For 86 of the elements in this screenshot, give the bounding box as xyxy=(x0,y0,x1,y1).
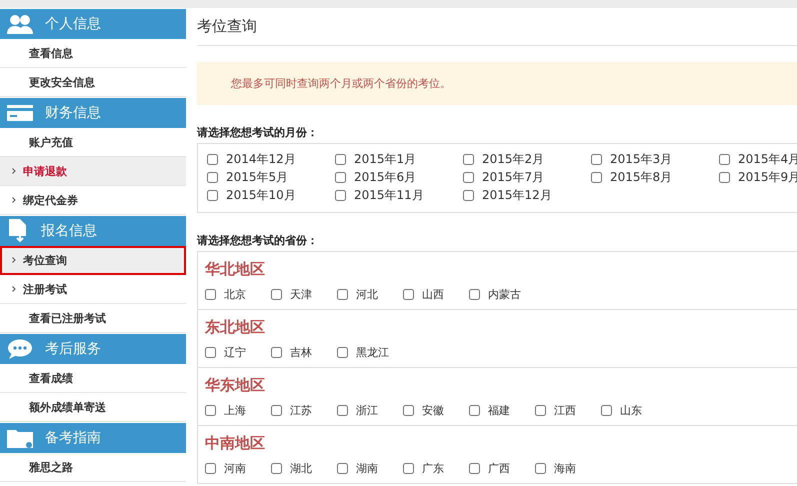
province-option[interactable]: 广西 xyxy=(469,459,535,477)
users-icon xyxy=(7,14,33,34)
province-option[interactable]: 山西 xyxy=(403,285,469,303)
province-option[interactable]: 湖北 xyxy=(271,459,337,477)
checkbox[interactable] xyxy=(335,172,346,182)
checkbox[interactable] xyxy=(535,462,546,474)
province-option[interactable]: 福建 xyxy=(469,401,535,419)
section-header: 报名信息 xyxy=(0,216,186,246)
checkbox[interactable] xyxy=(207,190,218,200)
checkbox[interactable] xyxy=(403,288,414,300)
chat-bubble-icon xyxy=(7,339,33,359)
month-option[interactable]: 2015年12月 xyxy=(463,186,591,204)
checkbox[interactable] xyxy=(207,154,218,164)
checkbox[interactable] xyxy=(601,404,612,416)
checkbox[interactable] xyxy=(207,172,218,182)
month-prompt: 请选择您想考试的月份： xyxy=(197,125,319,140)
province-option[interactable]: 北京 xyxy=(205,285,271,303)
checkbox[interactable] xyxy=(335,190,346,200)
page-title: 考位查询 xyxy=(197,8,797,46)
checkbox[interactable] xyxy=(205,462,216,474)
province-option[interactable]: 辽宁 xyxy=(205,343,271,361)
folder-icon xyxy=(7,428,33,448)
province-option[interactable]: 安徽 xyxy=(403,401,469,419)
month-option[interactable]: 2015年1月 xyxy=(335,150,463,168)
province-option[interactable]: 江苏 xyxy=(271,401,337,419)
checkbox[interactable] xyxy=(719,154,730,164)
checkbox[interactable] xyxy=(205,404,216,416)
month-option[interactable]: 2014年12月 xyxy=(207,150,335,168)
checkbox[interactable] xyxy=(463,190,474,200)
checkbox[interactable] xyxy=(403,462,414,474)
section-header: 个人信息 xyxy=(0,9,186,39)
province-option[interactable]: 吉林 xyxy=(271,343,337,361)
province-option[interactable]: 上海 xyxy=(205,401,271,419)
month-option[interactable]: 2015年8月 xyxy=(591,168,719,186)
checkbox[interactable] xyxy=(469,404,480,416)
checkbox[interactable] xyxy=(469,462,480,474)
province-option[interactable]: 黑龙江 xyxy=(337,343,403,361)
sidebar-item[interactable]: 考位查询 xyxy=(0,246,186,275)
checkbox[interactable] xyxy=(337,462,348,474)
checkbox[interactable] xyxy=(463,154,474,164)
card-icon xyxy=(7,105,33,121)
province-option[interactable]: 河北 xyxy=(337,285,403,303)
province-prompt: 请选择您想考试的省份： xyxy=(197,233,319,248)
checkbox[interactable] xyxy=(591,172,602,182)
province-option[interactable]: 山东 xyxy=(601,401,667,419)
province-option[interactable]: 内蒙古 xyxy=(469,285,535,303)
region-heading: 东北地区 xyxy=(205,318,266,337)
province-option[interactable]: 江西 xyxy=(535,401,601,419)
month-option[interactable]: 2015年3月 xyxy=(591,150,719,168)
checkbox[interactable] xyxy=(403,404,414,416)
section-header: 财务信息 xyxy=(0,98,186,128)
checkbox[interactable] xyxy=(469,288,480,300)
region-heading: 中南地区 xyxy=(205,434,266,453)
checkbox[interactable] xyxy=(463,172,474,182)
checkbox[interactable] xyxy=(271,404,282,416)
checkbox[interactable] xyxy=(719,172,730,182)
checkbox[interactable] xyxy=(535,404,546,416)
notice-banner: 您最多可同时查询两个月或两个省份的考位。 xyxy=(197,62,797,105)
checkbox[interactable] xyxy=(205,346,216,358)
checkbox[interactable] xyxy=(337,404,348,416)
province-option[interactable]: 广东 xyxy=(403,459,469,477)
checkbox[interactable] xyxy=(205,288,216,300)
checkbox[interactable] xyxy=(337,346,348,358)
document-download-icon xyxy=(7,219,29,243)
section-header: 考后服务 xyxy=(0,334,186,364)
province-option[interactable]: 海南 xyxy=(535,459,601,477)
month-option[interactable]: 2015年11月 xyxy=(335,186,463,204)
section-header: 备考指南 xyxy=(0,423,186,453)
checkbox[interactable] xyxy=(335,154,346,164)
sidebar-item[interactable]: 申请退款 xyxy=(0,157,186,186)
checkbox[interactable] xyxy=(271,288,282,300)
province-option[interactable]: 河南 xyxy=(205,459,271,477)
province-option[interactable]: 湖南 xyxy=(337,459,403,477)
checkbox[interactable] xyxy=(271,346,282,358)
checkbox[interactable] xyxy=(591,154,602,164)
month-option[interactable]: 2015年6月 xyxy=(335,168,463,186)
province-option[interactable]: 天津 xyxy=(271,285,337,303)
month-option[interactable]: 2015年10月 xyxy=(207,186,335,204)
checkbox[interactable] xyxy=(337,288,348,300)
month-option[interactable]: 2015年7月 xyxy=(463,168,591,186)
month-option[interactable]: 2015年2月 xyxy=(463,150,591,168)
checkbox[interactable] xyxy=(271,462,282,474)
month-option[interactable]: 2015年5月 xyxy=(207,168,335,186)
region-heading: 华北地区 xyxy=(205,260,266,279)
province-option[interactable]: 浙江 xyxy=(337,401,403,419)
region-heading: 华东地区 xyxy=(205,376,266,395)
